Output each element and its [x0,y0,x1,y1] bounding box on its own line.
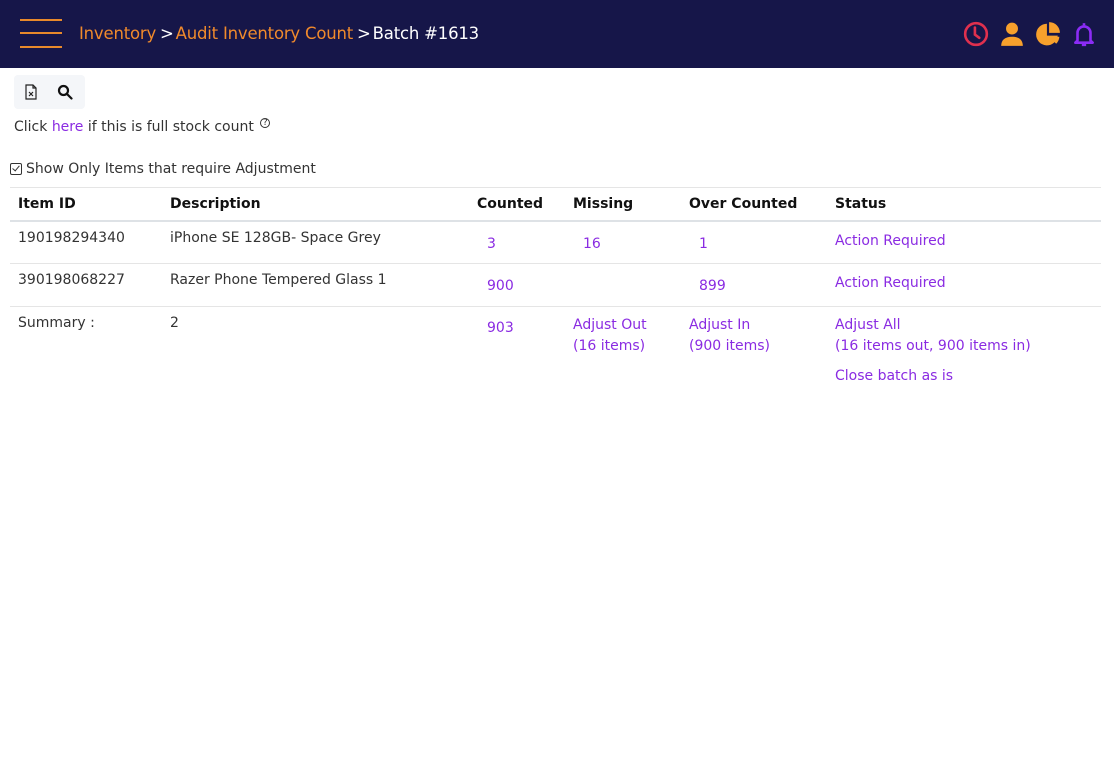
column-header-item-id[interactable]: Item ID [10,187,162,222]
adjustment-filter: Show Only Items that require Adjustment [10,160,316,178]
question-icon[interactable]: ? [260,118,271,129]
breadcrumb-current-batch: Batch #1613 [372,24,479,43]
show-adjustment-only-label[interactable]: Show Only Items that require Adjustment [26,160,316,178]
breadcrumb-audit-inventory-count[interactable]: Audit Inventory Count [176,24,354,43]
column-header-over-counted[interactable]: Over Counted [681,187,827,222]
missing-value[interactable] [573,278,583,294]
audit-items-table: Item ID Description Counted Missing Over… [10,187,1101,395]
show-adjustment-only-checkbox[interactable] [10,163,22,175]
adjust-all-detail[interactable]: (16 items out, 900 items in) [835,336,1093,357]
adjust-in-detail[interactable]: (900 items) [689,336,819,357]
cell-description: Razer Phone Tempered Glass 1 [162,263,469,307]
cell-status: Action Required [827,220,1101,264]
summary-adjust-out-cell: Adjust Out (16 items) [565,307,681,396]
full-count-prefix: Click [14,119,48,135]
breadcrumb: Inventory > Audit Inventory Count > Batch #1… [79,22,479,46]
action-required-link[interactable]: Action Required [835,273,1093,294]
column-header-missing[interactable]: Missing [565,187,681,222]
over-counted-value[interactable]: 1 [689,236,708,252]
cell-status: Action Required [827,263,1101,307]
pie-chart-icon[interactable] [1034,20,1062,48]
cell-over-counted: 899 [681,263,827,307]
excel-file-icon [25,84,37,100]
action-required-link[interactable]: Action Required [835,231,1093,252]
counted-value[interactable]: 900 [477,278,514,294]
column-header-counted[interactable]: Counted [469,187,565,222]
cell-item-id: 190198294340 [10,220,162,264]
toolbar [14,75,85,109]
missing-value[interactable]: 16 [573,236,601,252]
summary-actions-cell: Adjust All (16 items out, 900 items in) … [827,307,1101,396]
summary-row: Summary : 2 903 Adjust Out (16 items) Ad… [10,307,1101,396]
top-navbar: Inventory > Audit Inventory Count > Batch #1… [0,0,1114,68]
summary-adjust-in-cell: Adjust In (900 items) [681,307,827,396]
summary-counted: 903 [469,307,565,396]
breadcrumb-separator: > [357,24,371,43]
user-icon[interactable] [998,20,1026,48]
full-count-suffix: if this is full stock count [87,119,254,135]
cell-missing [565,263,681,307]
clock-icon[interactable] [962,20,990,48]
table-row: 390198068227 Razer Phone Tempered Glass … [10,263,1101,307]
adjust-all-link[interactable]: Adjust All [835,315,1093,336]
hamburger-menu-icon[interactable] [20,19,62,49]
cell-counted: 3 [469,220,565,264]
summary-item-count: 2 [170,315,179,331]
column-header-description[interactable]: Description [162,187,469,222]
cell-description: iPhone SE 128GB- Space Grey [162,220,469,264]
counted-value[interactable]: 3 [477,236,496,252]
summary-counted-total[interactable]: 903 [477,320,514,336]
breadcrumb-separator: > [160,24,174,43]
header-icons [954,19,1098,49]
summary-label: Summary : [18,315,95,331]
search-button[interactable] [48,75,82,109]
export-excel-button[interactable] [14,75,48,109]
full-count-here-link[interactable]: here [52,119,84,135]
breadcrumb-inventory[interactable]: Inventory [79,24,156,43]
over-counted-value[interactable]: 899 [689,278,726,294]
close-batch-link[interactable]: Close batch as is [835,366,1093,387]
bell-icon[interactable] [1070,20,1098,48]
cell-missing: 16 [565,220,681,264]
full-stock-count-note: Click here if this is full stock count ? [14,118,271,136]
adjust-out-detail[interactable]: (16 items) [573,336,673,357]
table-header-row: Item ID Description Counted Missing Over… [10,187,1101,222]
column-header-status[interactable]: Status [827,187,1101,222]
table-row: 190198294340 iPhone SE 128GB- Space Grey… [10,220,1101,264]
cell-counted: 900 [469,263,565,307]
adjust-in-link[interactable]: Adjust In [689,315,819,336]
search-icon [57,84,73,100]
adjust-out-link[interactable]: Adjust Out [573,315,673,336]
cell-item-id: 390198068227 [10,263,162,307]
cell-over-counted: 1 [681,220,827,264]
